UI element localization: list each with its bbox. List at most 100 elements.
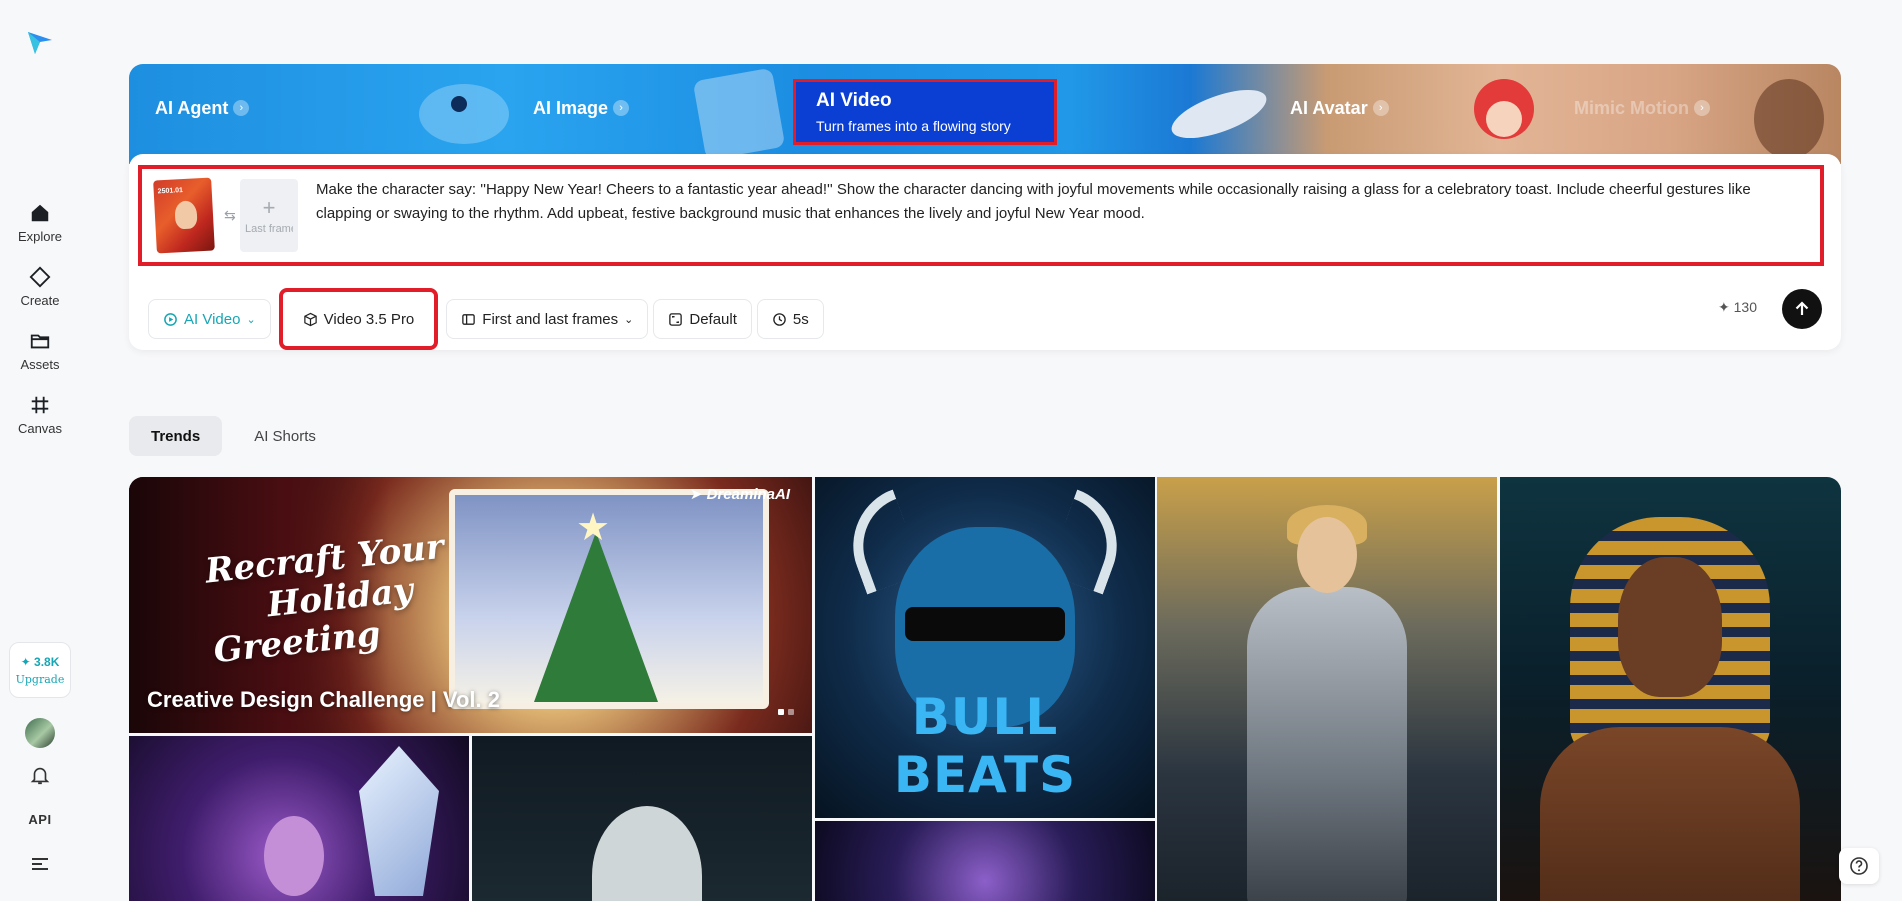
tab-subtitle: Turn frames into a flowing story [816, 118, 1011, 134]
featured-challenge-card[interactable]: ★ ➤ DreaminaAI Recraft Your Holiday Gree… [129, 477, 812, 733]
prompt-input[interactable]: Make the character say: ''Happy New Year… [316, 178, 1806, 226]
prompt-card: 2501.01 ⇆ + Last frame Make the characte… [129, 154, 1841, 350]
face-shape [264, 816, 324, 896]
first-frame-thumbnail[interactable]: 2501.01 [153, 177, 215, 254]
chevron-right-icon: › [613, 100, 630, 116]
mode-label: AI Video [184, 310, 241, 328]
hero-caption: Creative Design Challenge | Vol. 2 [147, 687, 500, 712]
chevron-right-icon: › [1372, 100, 1389, 116]
trends-grid: ★ ➤ DreaminaAI Recraft Your Holiday Gree… [129, 477, 1841, 901]
thumbnail-face [174, 200, 198, 230]
frames-label: First and last frames [482, 310, 619, 328]
model-label: Video 3.5 Pro [323, 310, 415, 328]
bull-beats-title: BULL BEATS [893, 688, 1077, 804]
frames-icon [462, 313, 476, 325]
folder-icon [30, 334, 50, 349]
banner-illustration-agent [419, 84, 509, 144]
chevron-right-icon: › [1694, 100, 1710, 116]
home-icon [31, 204, 49, 222]
swap-frames-icon[interactable]: ⇆ [224, 207, 236, 224]
feed-tabs: Trends AI Shorts [129, 416, 338, 456]
face-shape [1297, 517, 1357, 593]
star-icon: ★ [576, 507, 611, 549]
last-frame-label: Last frame [245, 222, 293, 235]
sidebar-item-explore[interactable]: Explore [10, 202, 70, 244]
tab-label: Mimic Motion [1574, 97, 1689, 118]
banner-illustration-video [1171, 89, 1267, 139]
white-haired-elf-card[interactable] [472, 736, 812, 901]
tab-mimic-motion[interactable]: Mimic Motion › [1574, 64, 1710, 152]
avatar[interactable] [25, 718, 55, 748]
model-select[interactable]: Video 3.5 Pro [278, 288, 439, 350]
chevron-right-icon: › [233, 100, 250, 116]
video-mode-icon [164, 312, 177, 326]
ratio-select[interactable]: Default [653, 299, 752, 339]
sidebar-item-label: Explore [17, 229, 63, 244]
sidebar-item-label: Assets [20, 357, 60, 372]
duration-select[interactable]: 5s [756, 299, 824, 339]
tab-ai-shorts[interactable]: AI Shorts [232, 416, 338, 456]
frames-select[interactable]: First and last frames ⌄ [446, 299, 649, 339]
sidebar-item-canvas[interactable]: Canvas [10, 394, 70, 436]
credit-cost: ✦ 130 [1718, 299, 1757, 315]
tab-ai-image[interactable]: AI Image › [533, 64, 630, 152]
crystal-shape [359, 746, 439, 896]
banner-illustration-avatar [1474, 79, 1534, 139]
carousel-dot[interactable] [788, 709, 794, 715]
bull-beats-card[interactable]: BULL BEATS [815, 477, 1155, 818]
tab-label: AI Agent [155, 97, 229, 118]
help-button[interactable] [1839, 848, 1879, 884]
last-frame-upload[interactable]: + Last frame [240, 179, 298, 252]
tab-ai-avatar[interactable]: AI Avatar › [1290, 64, 1389, 152]
tab-ai-video[interactable]: AI Video Turn frames into a flowing stor… [793, 79, 1057, 145]
tab-label: AI Avatar [1290, 97, 1368, 118]
generation-controls: AI Video ⌄ Video 3.5 Pro First and last … [148, 288, 824, 350]
plus-icon: + [262, 194, 276, 220]
bell-icon[interactable] [29, 764, 51, 786]
sidebar-item-assets[interactable]: Assets [10, 330, 70, 372]
menu-icon[interactable] [31, 857, 49, 871]
armor-shape [1247, 587, 1407, 901]
help-icon [1850, 857, 1868, 875]
armored-knight-card[interactable] [1157, 477, 1497, 901]
galaxy-card[interactable] [815, 821, 1155, 901]
upgrade-label: Upgrade [15, 672, 65, 686]
tab-trends[interactable]: Trends [129, 416, 223, 456]
hero-headline: Recraft Your Holiday Greeting [203, 527, 454, 671]
app-logo-icon[interactable] [25, 26, 55, 56]
tab-ai-agent[interactable]: AI Agent › [155, 64, 250, 152]
face-shape [1618, 557, 1722, 697]
chest-shape [1540, 727, 1800, 901]
christmas-tree-image [534, 532, 658, 702]
chevron-down-icon: ⌄ [246, 313, 256, 326]
arrow-up-icon [1795, 301, 1809, 315]
brand-watermark: ➤ DreaminaAI [689, 486, 790, 503]
banner-illustration-mimic [1754, 79, 1824, 159]
chevron-down-icon: ⌄ [624, 313, 634, 326]
tab-label: AI Video [816, 90, 892, 111]
feature-banner: AI Agent › AI Image › AI Video Turn frames… [129, 64, 1841, 164]
api-link[interactable]: API [0, 812, 80, 827]
carousel-indicator[interactable] [778, 709, 794, 715]
pharaoh-card[interactable] [1500, 477, 1841, 901]
crop-icon [31, 396, 49, 414]
prompt-area: 2501.01 ⇆ + Last frame Make the characte… [138, 165, 1824, 266]
sidebar-item-label: Canvas [17, 421, 63, 436]
sidebar: Explore Create Assets Canvas ✦ 3.8K Upgr… [0, 0, 80, 901]
crystal-sorceress-card[interactable] [129, 736, 469, 901]
sidebar-item-create[interactable]: Create [10, 266, 70, 308]
duration-label: 5s [792, 310, 809, 328]
ratio-label: Default [689, 310, 737, 328]
diamond-icon [29, 266, 51, 288]
clock-icon [773, 312, 786, 326]
carousel-dot[interactable] [778, 709, 784, 715]
thumbnail-text: 2501.01 [157, 187, 184, 196]
credits-upgrade-button[interactable]: ✦ 3.8K Upgrade [9, 642, 71, 698]
credits-amount: ✦ 3.8K [20, 654, 60, 669]
brand-text: DreaminaAI [706, 486, 790, 503]
mode-select[interactable]: AI Video ⌄ [148, 299, 271, 339]
cube-icon [303, 312, 317, 326]
banner-illustration-image [694, 69, 784, 159]
generate-button[interactable] [1782, 289, 1822, 329]
sidebar-item-label: Create [20, 293, 60, 308]
